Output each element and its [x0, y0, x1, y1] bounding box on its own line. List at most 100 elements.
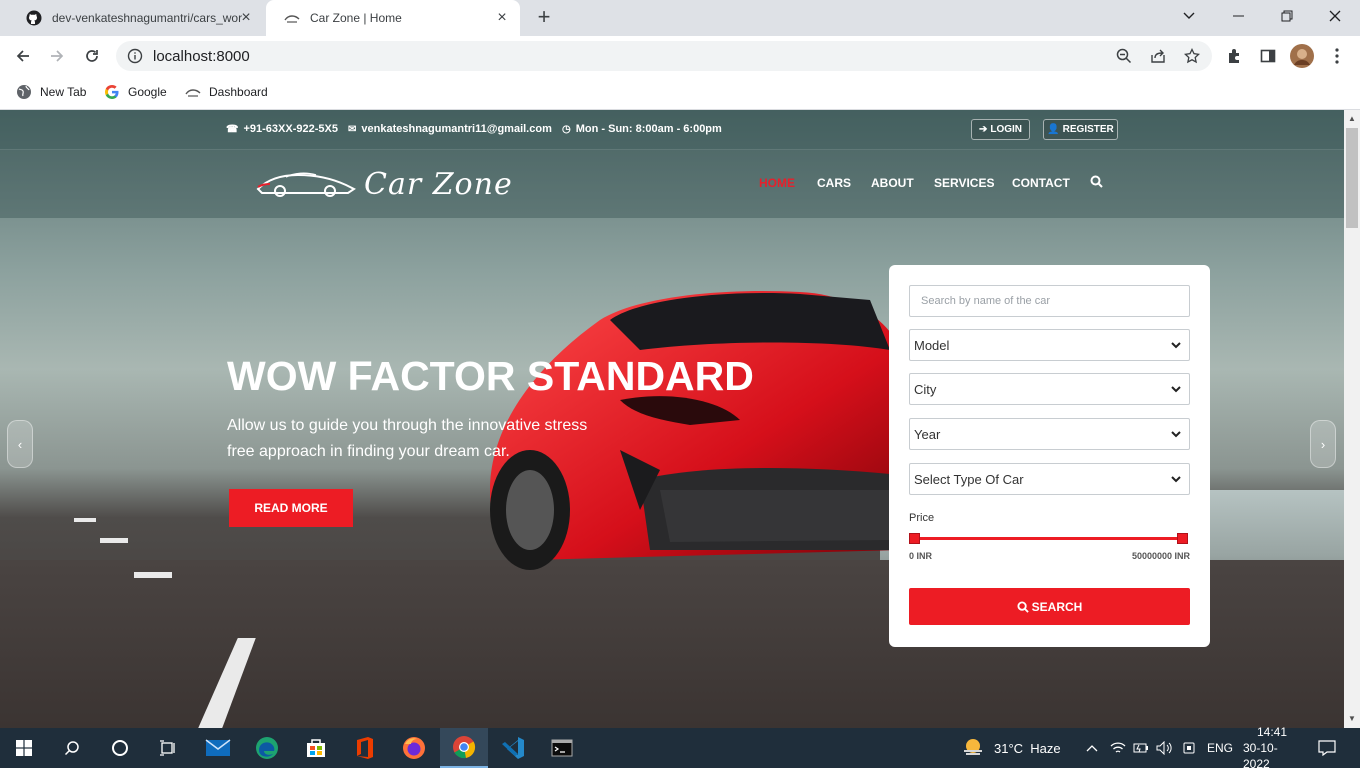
reload-icon[interactable]: [80, 44, 104, 68]
year-select[interactable]: Year: [909, 418, 1190, 450]
zoom-icon[interactable]: [1115, 47, 1133, 65]
close-tab-icon[interactable]: ×: [494, 10, 510, 26]
bookmarks-bar: New Tab Google Dashboard: [0, 76, 1360, 110]
mail-icon[interactable]: [194, 728, 242, 768]
side-panel-icon[interactable]: [1256, 44, 1280, 68]
bookmark-star-icon[interactable]: [1183, 47, 1201, 65]
tab-carzone[interactable]: Car Zone | Home ×: [266, 0, 520, 36]
hours-text: Mon - Sun: 8:00am - 6:00pm: [575, 123, 722, 135]
city-select-value: City: [914, 381, 937, 397]
close-tab-icon[interactable]: ×: [238, 10, 254, 26]
carzone-favicon-icon: [185, 84, 201, 100]
address-bar[interactable]: localhost:8000: [116, 41, 1212, 71]
nav-home[interactable]: HOME: [759, 176, 795, 190]
vscode-icon[interactable]: [489, 728, 537, 768]
search-button-label: SEARCH: [1031, 599, 1083, 614]
road-marking: [74, 518, 96, 522]
price-label: Price: [909, 512, 935, 524]
minimize-icon[interactable]: [1216, 0, 1262, 32]
nav-services[interactable]: SERVICES: [934, 176, 994, 190]
notifications-icon[interactable]: [1318, 728, 1336, 768]
weather-widget[interactable]: 31°C Haze: [962, 728, 1061, 768]
login-label: LOGIN: [990, 124, 1023, 135]
page-scrollbar[interactable]: ▲ ▼: [1344, 110, 1360, 728]
login-button[interactable]: ➔ LOGIN: [971, 119, 1030, 140]
nav-cars[interactable]: CARS: [817, 176, 851, 190]
email-text: venkateshnagumantri11@gmail.com: [361, 123, 552, 135]
price-range-track[interactable]: [915, 537, 1183, 540]
scroll-thumb[interactable]: [1346, 128, 1358, 228]
task-view-icon[interactable]: [144, 728, 192, 768]
carousel-prev-icon[interactable]: ‹: [7, 420, 33, 468]
city-select[interactable]: City: [909, 373, 1190, 405]
chrome-icon[interactable]: [440, 728, 488, 768]
user-icon: 👤: [1047, 124, 1060, 135]
email-info: ✉ venkateshnagumantri11@gmail.com: [348, 123, 552, 135]
road-marking: [134, 572, 172, 578]
model-select[interactable]: Model: [909, 329, 1190, 361]
tab-search-icon[interactable]: [1166, 0, 1212, 32]
tab-title: dev-venkateshnagumantri/cars_wor: [52, 11, 243, 25]
nav-about[interactable]: ABOUT: [871, 176, 914, 190]
search-icon[interactable]: [48, 728, 96, 768]
chevron-down-icon: [1171, 431, 1181, 438]
register-button[interactable]: 👤 REGISTER: [1043, 119, 1118, 140]
car-name-search-input[interactable]: Search by name of the car: [909, 285, 1190, 317]
windows-taskbar: 31°C Haze ENG 14:41 30-10-2022: [0, 725, 1360, 771]
tab-github[interactable]: dev-venkateshnagumantri/cars_wor ×: [8, 0, 264, 36]
price-max-handle[interactable]: [1177, 533, 1188, 544]
price-min-label: 0 INR: [909, 551, 933, 561]
profile-avatar-icon[interactable]: [1290, 44, 1314, 68]
restore-icon[interactable]: [1264, 0, 1310, 32]
site-logo[interactable]: Car Zone: [256, 166, 513, 202]
search-button[interactable]: SEARCH: [909, 588, 1190, 625]
scroll-up-icon[interactable]: ▲: [1348, 114, 1356, 123]
url-text: localhost:8000: [153, 48, 250, 65]
share-icon[interactable]: [1149, 47, 1167, 65]
office-icon[interactable]: [341, 728, 389, 768]
page-viewport: ☎ +91-63XX-922-5X5 ✉ venkateshnagumantri…: [0, 110, 1344, 728]
volume-icon[interactable]: [1156, 728, 1174, 768]
hero-title: WOW FACTOR STANDARD: [227, 353, 754, 399]
carousel-next-icon[interactable]: ›: [1310, 420, 1336, 468]
nav-contact[interactable]: CONTACT: [1012, 176, 1070, 190]
price-min-handle[interactable]: [909, 533, 920, 544]
windows-start-icon[interactable]: [0, 728, 48, 768]
menu-icon[interactable]: [1325, 44, 1349, 68]
meet-now-icon[interactable]: [1182, 728, 1196, 768]
chevron-down-icon: [1171, 476, 1181, 483]
main-navbar: Car Zone HOME CARS ABOUT SERVICES CONTAC…: [0, 150, 1344, 218]
language-indicator[interactable]: ENG: [1207, 728, 1233, 768]
model-select-value: Model: [914, 337, 950, 353]
site-info-icon[interactable]: [126, 47, 144, 65]
phone-info: ☎ +91-63XX-922-5X5: [226, 123, 338, 135]
read-more-button[interactable]: READ MORE: [229, 489, 353, 527]
tab-title: Car Zone | Home: [310, 11, 402, 25]
bookmark-google[interactable]: Google: [104, 82, 167, 102]
extensions-icon[interactable]: [1222, 44, 1246, 68]
chevron-down-icon: [1171, 386, 1181, 393]
close-window-icon[interactable]: [1312, 0, 1358, 32]
bookmark-label: Dashboard: [209, 85, 268, 99]
search-icon[interactable]: [1090, 175, 1103, 191]
login-icon: ➔: [978, 124, 988, 135]
store-icon[interactable]: [292, 728, 340, 768]
network-icon[interactable]: [1110, 728, 1126, 768]
show-hidden-icons[interactable]: [1086, 728, 1098, 768]
bookmark-new-tab[interactable]: New Tab: [16, 82, 86, 102]
scroll-down-icon[interactable]: ▼: [1348, 714, 1356, 723]
chevron-down-icon: [1171, 342, 1181, 349]
forward-icon[interactable]: [45, 44, 69, 68]
edge-icon[interactable]: [243, 728, 291, 768]
year-select-value: Year: [914, 426, 941, 442]
new-tab-icon[interactable]: +: [532, 6, 556, 30]
bookmark-dashboard[interactable]: Dashboard: [185, 82, 268, 102]
clock[interactable]: 14:41 30-10-2022: [1243, 725, 1301, 771]
back-icon[interactable]: [11, 44, 35, 68]
battery-icon[interactable]: [1133, 728, 1149, 768]
cortana-icon[interactable]: [96, 728, 144, 768]
terminal-icon[interactable]: [538, 728, 586, 768]
firefox-icon[interactable]: [390, 728, 438, 768]
hours-info: ◷ Mon - Sun: 8:00am - 6:00pm: [562, 123, 722, 135]
car-type-select[interactable]: Select Type Of Car: [909, 463, 1190, 495]
